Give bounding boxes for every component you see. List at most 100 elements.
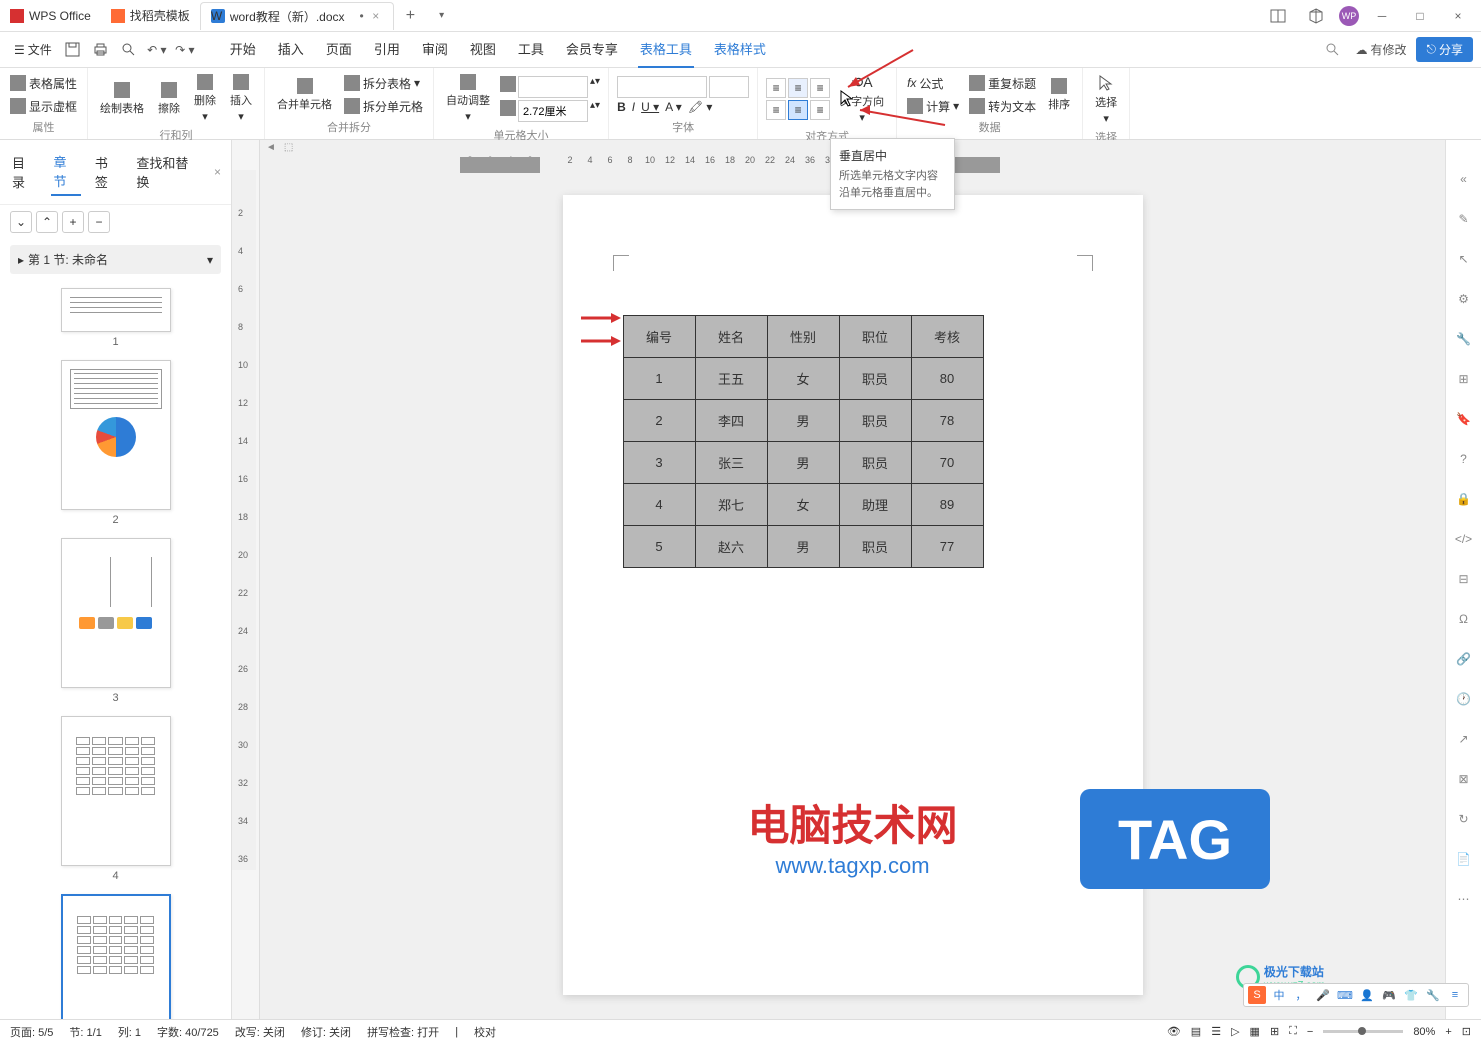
- view-page-icon[interactable]: ▤: [1191, 1025, 1201, 1038]
- font-family-input[interactable]: [617, 76, 707, 98]
- nav-tab-bookmark[interactable]: 书签: [93, 149, 122, 195]
- split-cells-button[interactable]: 拆分单元格: [342, 96, 425, 117]
- merge-cells-button[interactable]: 合并单元格: [273, 76, 336, 114]
- nav-tab-find[interactable]: 查找和替换: [134, 149, 202, 195]
- table-cell[interactable]: 职员: [839, 358, 911, 400]
- table-cell[interactable]: 助理: [839, 484, 911, 526]
- view-read-icon[interactable]: ▷: [1231, 1025, 1239, 1038]
- collapse-sidebar-icon[interactable]: «: [1455, 170, 1473, 188]
- table-header-cell[interactable]: 性别: [767, 316, 839, 358]
- table-properties-button[interactable]: 表格属性: [8, 73, 79, 94]
- template-tab[interactable]: 找稻壳模板: [101, 2, 200, 30]
- thumbnail-1[interactable]: 1: [8, 288, 223, 348]
- to-text-button[interactable]: 转为文本: [967, 96, 1038, 117]
- table-header-cell[interactable]: 姓名: [695, 316, 767, 358]
- font-color-button[interactable]: A ▾: [665, 100, 682, 114]
- align-top-center[interactable]: ≡: [788, 78, 808, 98]
- table-cell[interactable]: 女: [767, 358, 839, 400]
- table-cell[interactable]: 3: [623, 442, 695, 484]
- tab-page[interactable]: 页面: [324, 31, 354, 68]
- table-header-cell[interactable]: 编号: [623, 316, 695, 358]
- cursor-icon[interactable]: ↖: [1455, 250, 1473, 268]
- user-avatar[interactable]: WP: [1339, 6, 1359, 26]
- section-header[interactable]: ▸ 第 1 节: 未命名 ▾: [10, 245, 221, 274]
- table-row[interactable]: 2李四男职员78: [623, 400, 983, 442]
- status-rewrite[interactable]: 改写: 关闭: [235, 1024, 285, 1040]
- table-cell[interactable]: 4: [623, 484, 695, 526]
- align-middle-center[interactable]: ≡: [788, 100, 808, 120]
- table-cell[interactable]: 89: [911, 484, 983, 526]
- autofit-button[interactable]: 自动调整▾: [442, 72, 494, 125]
- align-middle-left[interactable]: ≡: [766, 100, 786, 120]
- tab-reference[interactable]: 引用: [372, 31, 402, 68]
- table-cell[interactable]: 男: [767, 442, 839, 484]
- table-cell[interactable]: 80: [911, 358, 983, 400]
- ruler-marker-icon[interactable]: ⬚: [284, 142, 293, 153]
- table-cell[interactable]: 男: [767, 526, 839, 568]
- history-icon[interactable]: 🕐: [1455, 690, 1473, 708]
- omega-icon[interactable]: Ω: [1455, 610, 1473, 628]
- data-table[interactable]: 编号姓名性别职位考核1王五女职员802李四男职员783张三男职员704郑七女助理…: [623, 315, 984, 568]
- status-wordcount[interactable]: 字数: 40/725: [157, 1024, 219, 1040]
- tools-icon[interactable]: 🔧: [1455, 330, 1473, 348]
- pencil-icon[interactable]: ✎: [1455, 210, 1473, 228]
- table-cell[interactable]: 78: [911, 400, 983, 442]
- tab-view[interactable]: 视图: [468, 31, 498, 68]
- undo-button[interactable]: ↶ ▾: [144, 38, 170, 62]
- table-cell[interactable]: 职员: [839, 526, 911, 568]
- share-button[interactable]: ⎋ 分享: [1416, 37, 1473, 62]
- new-tab-button[interactable]: +: [394, 7, 427, 25]
- table-cell[interactable]: 李四: [695, 400, 767, 442]
- print-icon[interactable]: [88, 38, 114, 62]
- table-row[interactable]: 3张三男职员70: [623, 442, 983, 484]
- ime-keyboard-icon[interactable]: ⌨: [1336, 986, 1354, 1004]
- eraser-button[interactable]: 擦除: [154, 80, 184, 118]
- maximize-button[interactable]: □: [1405, 2, 1435, 30]
- repeat-header-button[interactable]: 重复标题: [967, 73, 1038, 94]
- status-revision[interactable]: 修订: 关闭: [301, 1024, 351, 1040]
- view-fullscreen-icon[interactable]: ⛶: [1289, 1025, 1297, 1038]
- nav-tab-toc[interactable]: 目录: [10, 149, 39, 195]
- app-tab[interactable]: WPS Office: [0, 2, 101, 30]
- minimize-button[interactable]: ─: [1367, 2, 1397, 30]
- split-table-button[interactable]: 拆分表格▾: [342, 73, 425, 94]
- align-middle-right[interactable]: ≡: [810, 100, 830, 120]
- table-cell[interactable]: 张三: [695, 442, 767, 484]
- tab-member[interactable]: 会员专享: [564, 31, 620, 68]
- ime-person-icon[interactable]: 👤: [1358, 986, 1376, 1004]
- table-cell[interactable]: 1: [623, 358, 695, 400]
- status-section[interactable]: 节: 1/1: [69, 1024, 101, 1040]
- table-cell[interactable]: 70: [911, 442, 983, 484]
- ime-tool-icon[interactable]: 🔧: [1424, 986, 1442, 1004]
- bold-button[interactable]: B: [617, 100, 626, 114]
- ruler-toggle-icon[interactable]: ◄: [266, 142, 276, 153]
- status-column[interactable]: 列: 1: [118, 1024, 141, 1040]
- ime-mic-icon[interactable]: 🎤: [1314, 986, 1332, 1004]
- tab-review[interactable]: 审阅: [420, 31, 450, 68]
- ime-logo-icon[interactable]: S: [1248, 986, 1266, 1004]
- view-draft-icon[interactable]: ⊞: [1270, 1025, 1279, 1038]
- lock-icon[interactable]: 🔒: [1455, 490, 1473, 508]
- table-header-cell[interactable]: 考核: [911, 316, 983, 358]
- status-proof[interactable]: 校对: [474, 1024, 496, 1040]
- bookmark-icon[interactable]: 🔖: [1455, 410, 1473, 428]
- redo-button[interactable]: ↷ ▾: [172, 38, 198, 62]
- share-side-icon[interactable]: ↻: [1455, 810, 1473, 828]
- status-spellcheck[interactable]: 拼写检查: 打开: [367, 1024, 439, 1040]
- zoom-out-button[interactable]: −: [1307, 1026, 1313, 1038]
- table-cell[interactable]: 赵六: [695, 526, 767, 568]
- nav-add-button[interactable]: +: [62, 211, 84, 233]
- thumbnail-5[interactable]: 5: [8, 894, 223, 1019]
- table-cell[interactable]: 职员: [839, 400, 911, 442]
- align-top-right[interactable]: ≡: [810, 78, 830, 98]
- table-cell[interactable]: 郑七: [695, 484, 767, 526]
- row-height-input[interactable]: [518, 76, 588, 98]
- table-cell[interactable]: 女: [767, 484, 839, 526]
- thumbnail-3[interactable]: 3: [8, 538, 223, 704]
- close-window-button[interactable]: ×: [1443, 2, 1473, 30]
- table-header-cell[interactable]: 职位: [839, 316, 911, 358]
- list-icon[interactable]: ⊟: [1455, 570, 1473, 588]
- select-button[interactable]: 选择▾: [1091, 72, 1121, 127]
- table-cell[interactable]: 77: [911, 526, 983, 568]
- ime-lang[interactable]: 中: [1270, 986, 1288, 1004]
